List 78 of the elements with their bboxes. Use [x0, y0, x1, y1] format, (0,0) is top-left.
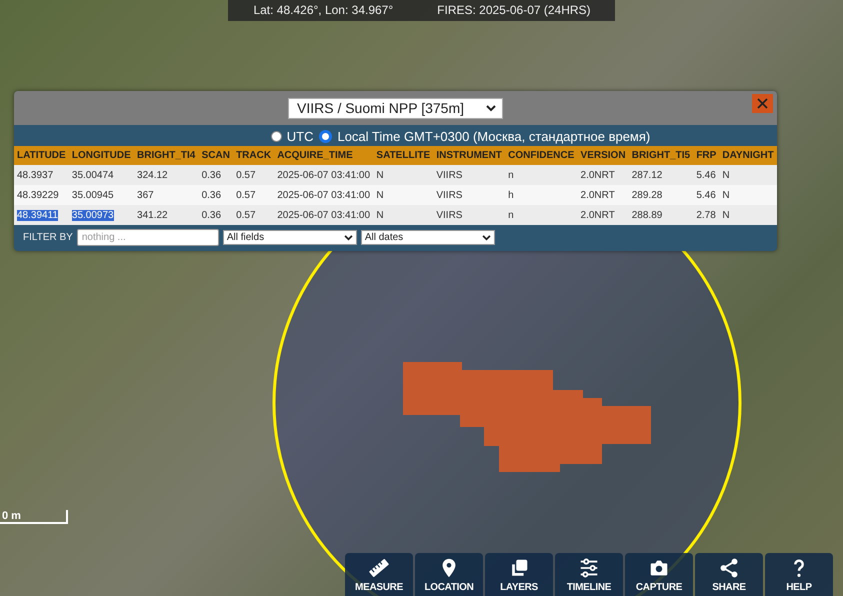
column-header[interactable]: LONGITUDE	[68, 146, 134, 165]
column-header[interactable]: VERSION	[578, 146, 629, 165]
table-cell: n	[508, 210, 514, 220]
toolbar-button[interactable]: TIMELINE	[555, 553, 623, 596]
toolbar-button[interactable]: HELP	[765, 553, 833, 596]
table-cell: 0.57	[236, 210, 256, 220]
table-cell: N	[722, 210, 730, 220]
table-cell: VIIRS	[436, 190, 462, 200]
table-cell: 0.57	[236, 170, 256, 180]
column-header[interactable]: TRACK	[233, 146, 274, 165]
toolbar-button[interactable]: MEASURE	[345, 553, 413, 596]
filter-input[interactable]: nothing ...	[76, 229, 219, 246]
table-cell: 2025-06-07 03:41:00	[277, 210, 370, 220]
column-header[interactable]: CONFIDENCE	[505, 146, 578, 165]
table-cell: 2.0NRT	[580, 170, 615, 180]
scale-bar: 0 m	[0, 510, 68, 524]
table-cell: 5.46	[696, 190, 716, 200]
table-cell: 0.36	[202, 210, 222, 220]
sliders-icon	[578, 557, 600, 579]
table-cell: N	[722, 170, 730, 180]
satellite-source-select[interactable]: VIIRS / Suomi NPP [375m]	[288, 98, 504, 118]
column-header[interactable]: SATELLITE	[373, 146, 434, 165]
table-cell: 341.22	[137, 210, 168, 220]
time-option-label: Local Time GMT+0300 (Москва, стандартное время)	[337, 128, 650, 144]
column-header[interactable]: ACQUIRE_TIME	[274, 146, 374, 165]
table-cell: 48.39411	[17, 210, 58, 220]
chevron-icon	[344, 234, 353, 240]
table-cell: 48.39229	[17, 190, 59, 200]
share-icon	[718, 557, 740, 579]
toolbar-button[interactable]: SHARE	[695, 553, 763, 596]
table-cell: h	[508, 190, 514, 200]
table-cell: 287.12	[632, 170, 662, 180]
field-select[interactable]: All fields	[222, 230, 357, 245]
column-header[interactable]: DAYNIGHT	[719, 146, 777, 165]
table-cell: 289.28	[632, 190, 662, 200]
table-cell: 367	[137, 190, 154, 200]
radio-button[interactable]	[270, 130, 282, 142]
table-cell: N	[376, 190, 384, 200]
table-cell: 0.57	[236, 190, 256, 200]
column-header[interactable]: SCAN	[198, 146, 234, 165]
table-cell: 35.00945	[72, 190, 114, 200]
table-cell: 0.36	[202, 170, 222, 180]
table-cell: VIIRS	[436, 210, 462, 220]
table-cell: 35.00973	[72, 210, 114, 220]
table-cell: 35.00474	[72, 170, 114, 180]
fires-date: FIRES: 2025-06-07 (24HRS)	[437, 3, 591, 17]
table-cell: 2025-06-07 03:41:00	[277, 170, 370, 180]
radio-button[interactable]	[319, 130, 332, 142]
filter-label: FILTER BY	[23, 232, 73, 243]
table-cell: n	[508, 170, 514, 180]
table-cell: 48.3937	[17, 170, 54, 180]
column-header[interactable]: BRIGHT_TI4	[134, 146, 199, 165]
table-cell: 2.0NRT	[580, 190, 615, 200]
column-header[interactable]: LATITUDE	[14, 146, 69, 165]
column-header[interactable]: INSTRUMENT	[433, 146, 506, 165]
close-button[interactable]	[752, 94, 773, 113]
table-cell: 2.78	[696, 210, 716, 220]
time-option-label: UTC	[286, 128, 314, 144]
table-cell: 2.0NRT	[580, 210, 615, 220]
cursor-coordinates: Lat: 48.426°, Lon: 34.967°	[253, 3, 394, 17]
column-header[interactable]: FRP	[693, 146, 720, 165]
table-cell: 5.46	[696, 170, 716, 180]
toolbar-button[interactable]: LAYERS	[485, 553, 553, 596]
table-cell: N	[376, 170, 384, 180]
table-cell: N	[376, 210, 384, 220]
toolbar-button[interactable]: LOCATION	[415, 553, 483, 596]
column-header[interactable]: BRIGHT_TI5	[628, 146, 694, 165]
table-cell: 0.36	[202, 190, 222, 200]
table-cell: 2025-06-07 03:41:00	[277, 190, 370, 200]
chevron-icon	[486, 104, 496, 112]
toolbar-button[interactable]: CAPTURE	[625, 553, 693, 596]
table-cell: 324.12	[137, 170, 168, 180]
table-cell: VIIRS	[436, 170, 462, 180]
close-icon	[757, 98, 768, 109]
date-select[interactable]: All dates	[360, 230, 495, 245]
table-cell: N	[722, 190, 730, 200]
table-cell: 288.89	[632, 210, 662, 220]
chevron-icon	[482, 234, 491, 240]
